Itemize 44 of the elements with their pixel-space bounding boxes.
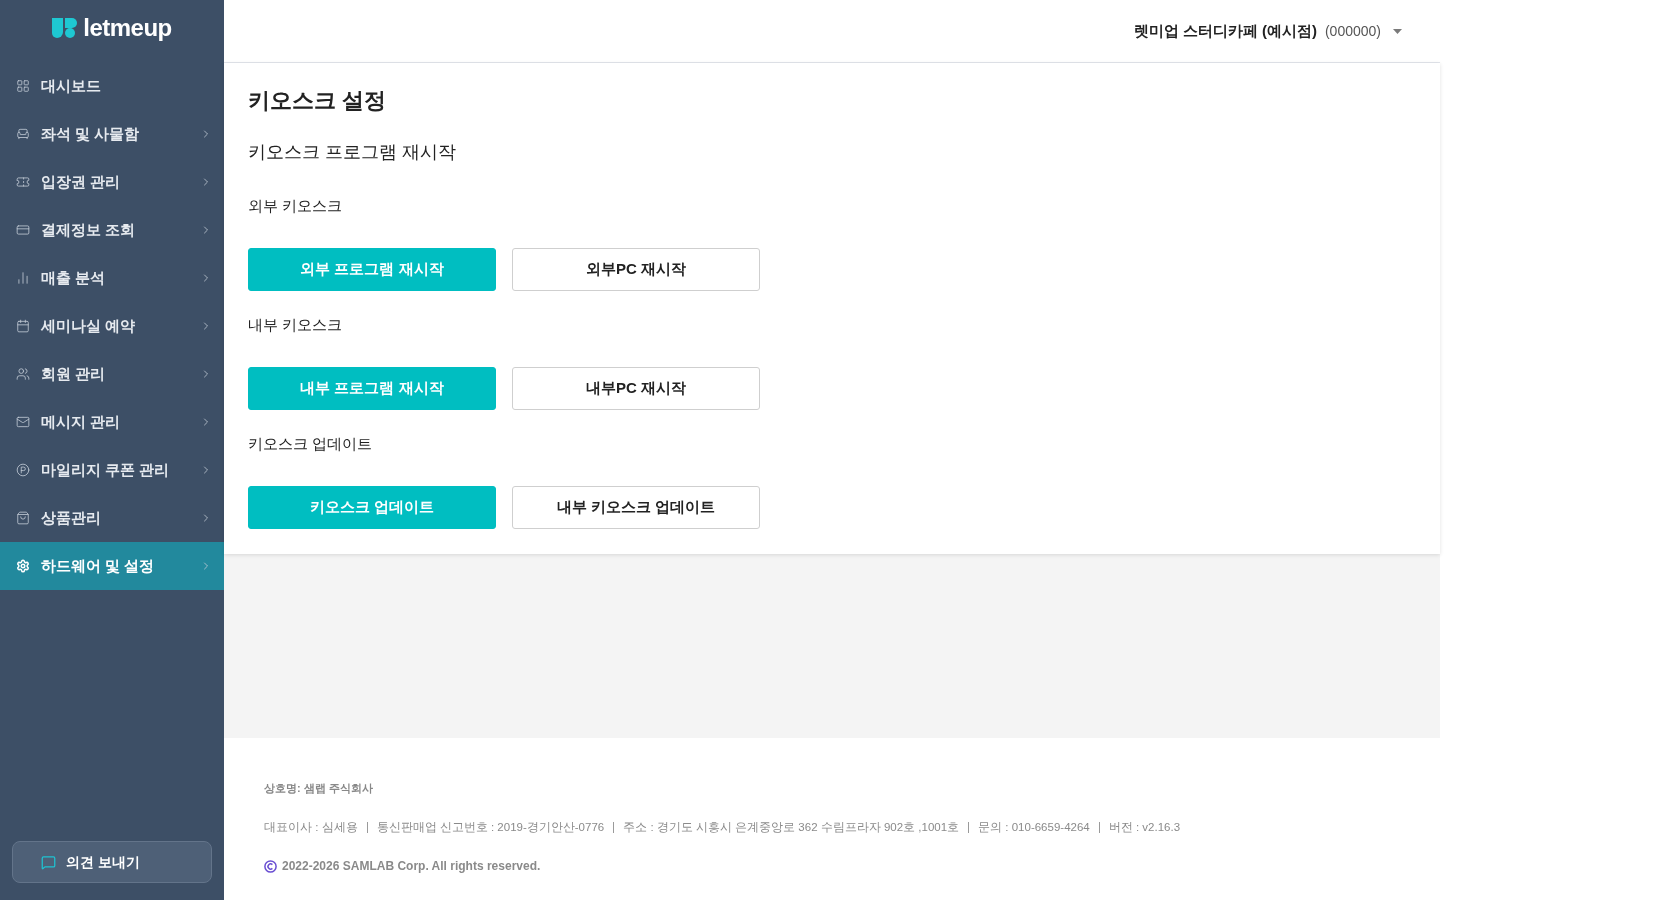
grid-icon — [16, 79, 30, 93]
calendar-icon — [16, 319, 30, 333]
sidebar-item[interactable]: 세미나실 예약 — [0, 302, 224, 350]
group-label: 내부 키오스크 — [248, 315, 344, 335]
logo-icon — [52, 18, 78, 38]
footer-info: 대표이사 : 심세용 — [264, 820, 358, 835]
users-icon — [16, 367, 30, 381]
footer-info: 주소 : 경기도 시흥시 은계중앙로 362 수림프라자 902호 ,1001호 — [623, 820, 960, 835]
chat-bubble-icon — [41, 854, 56, 870]
caret-down-icon — [1393, 28, 1402, 34]
page-title: 키오스크 설정 — [248, 87, 388, 115]
outline-button[interactable]: 내부PC 재시작 — [512, 367, 760, 410]
feedback-button[interactable]: 의견 보내기 — [12, 841, 212, 883]
sidebar-item[interactable]: 메시지 관리 — [0, 398, 224, 446]
ticket-icon — [16, 175, 30, 189]
section-title: 키오스크 프로그램 재시작 — [248, 141, 457, 164]
outline-button[interactable]: 외부PC 재시작 — [512, 248, 760, 291]
sidebar-item[interactable]: 좌석 및 사물함 — [0, 110, 224, 158]
sidebar-item[interactable]: 매출 분석 — [0, 254, 224, 302]
settings-icon — [16, 559, 30, 573]
armchair-icon — [16, 127, 30, 141]
footer-info: 통신판매업 신고번호 : 2019-경기안산-0776 — [376, 820, 605, 835]
bar-chart-icon — [16, 271, 30, 285]
footer-info: 문의 : 010-6659-4264 — [978, 820, 1090, 835]
credit-card-icon — [16, 223, 30, 237]
group-label: 키오스크 업데이트 — [248, 434, 374, 454]
sidebar-item[interactable]: 하드웨어 및 설정 — [0, 542, 224, 590]
copyright-icon — [264, 859, 277, 873]
sidebar-item[interactable]: 입장권 관리 — [0, 158, 224, 206]
logo-wordmark: letmeup — [83, 16, 172, 40]
copyright-text: 2022-2026 SAMLAB Corp. All rights reserved. — [282, 858, 541, 874]
letter-p-circle-icon — [16, 463, 30, 477]
sidebar-item[interactable]: 마일리지 쿠폰 관리 — [0, 446, 224, 494]
shopping-bag-icon — [16, 511, 30, 525]
group-label: 외부 키오스크 — [248, 196, 344, 216]
company-name: 상호명: 샘랩 주식회사 — [264, 781, 374, 796]
store-selector[interactable]: 렛미업 스터디카페 (예시점) (000000) — [1133, 19, 1402, 43]
footer-info: 버전 : v2.16.3 — [1108, 820, 1181, 835]
outline-button[interactable]: 내부 키오스크 업데이트 — [512, 486, 760, 529]
sidebar-item[interactable]: 대시보드 — [0, 62, 224, 110]
sidebar-item[interactable]: 상품관리 — [0, 494, 224, 542]
sidebar-item[interactable]: 회원 관리 — [0, 350, 224, 398]
sidebar-item[interactable]: 결제정보 조회 — [0, 206, 224, 254]
mail-icon — [16, 415, 30, 429]
